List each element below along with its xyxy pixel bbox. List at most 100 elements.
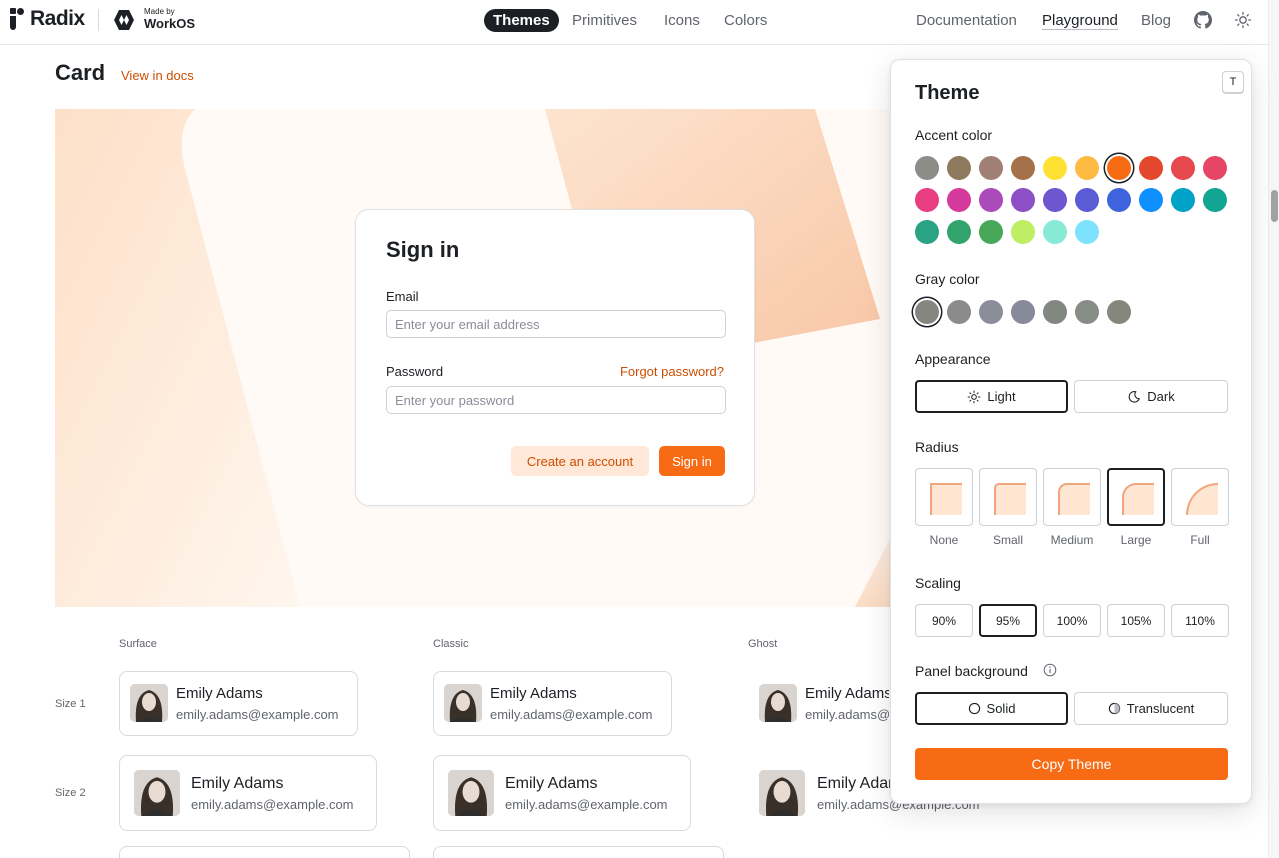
accent-swatch[interactable] — [1043, 220, 1067, 244]
create-account-button[interactable]: Create an account — [511, 446, 649, 476]
panel-bg-solid-button[interactable]: Solid — [915, 692, 1068, 725]
row-label-size-1: Size 1 — [55, 698, 86, 710]
user-name: Emily Adams — [490, 685, 577, 702]
gray-swatch[interactable] — [1043, 300, 1067, 324]
accent-swatch[interactable] — [979, 220, 1003, 244]
accent-swatch[interactable] — [1011, 188, 1035, 212]
gray-swatch[interactable] — [979, 300, 1003, 324]
appearance-dark-button[interactable]: Dark — [1074, 380, 1228, 413]
radius-medium-button[interactable] — [1043, 468, 1101, 526]
user-name: Emily Adams — [176, 685, 263, 702]
scrollbar-thumb[interactable] — [1271, 190, 1278, 222]
radius-label: Radius — [915, 439, 959, 455]
gray-swatch[interactable] — [1107, 300, 1131, 324]
user-email: emily.adams@example.com — [805, 707, 890, 722]
avatar — [130, 684, 168, 722]
user-card-surface-size-2[interactable]: Emily Adams emily.adams@example.com — [119, 755, 377, 831]
keyboard-shortcut-badge[interactable]: T — [1222, 71, 1244, 93]
sun-icon — [968, 390, 981, 403]
accent-swatch[interactable] — [915, 220, 939, 244]
signin-button[interactable]: Sign in — [659, 446, 725, 476]
copy-theme-button[interactable]: Copy Theme — [915, 748, 1228, 780]
accent-swatch[interactable] — [1203, 188, 1227, 212]
accent-color-label: Accent color — [915, 127, 993, 143]
panel-bg-solid-label: Solid — [986, 701, 1016, 716]
accent-swatch[interactable] — [1139, 188, 1163, 212]
radix-logo-icon[interactable] — [10, 8, 24, 30]
radius-small-button[interactable] — [979, 468, 1037, 526]
email-input[interactable] — [386, 310, 726, 338]
user-card-classic-size-3[interactable] — [433, 846, 724, 858]
accent-swatch[interactable] — [1011, 220, 1035, 244]
radius-full-button[interactable] — [1171, 468, 1229, 526]
nav-icons[interactable]: Icons — [664, 12, 700, 29]
accent-swatch[interactable] — [979, 156, 1003, 180]
scaling-90-button[interactable]: 90% — [915, 604, 973, 637]
accent-swatch[interactable] — [1203, 156, 1227, 180]
accent-swatch[interactable] — [979, 188, 1003, 212]
nav-colors[interactable]: Colors — [724, 12, 767, 29]
nav-blog[interactable]: Blog — [1141, 12, 1171, 29]
page-scrollbar[interactable] — [1268, 0, 1279, 858]
accent-swatch[interactable] — [1043, 188, 1067, 212]
user-card-surface-size-3[interactable] — [119, 846, 410, 858]
appearance-light-button[interactable]: Light — [915, 380, 1068, 413]
github-icon[interactable] — [1194, 11, 1212, 29]
scaling-105-button[interactable]: 105% — [1107, 604, 1165, 637]
panel-bg-translucent-button[interactable]: Translucent — [1074, 692, 1228, 725]
top-header: Radix Made by WorkOS Themes Primitives I… — [0, 0, 1268, 45]
view-in-docs-link[interactable]: View in docs — [121, 68, 194, 83]
gray-swatch[interactable] — [1075, 300, 1099, 324]
scaling-110-button[interactable]: 110% — [1171, 604, 1229, 637]
user-card-ghost-size-1[interactable]: Emily Adams emily.adams@example.com — [748, 671, 890, 736]
accent-swatch[interactable] — [1171, 156, 1195, 180]
accent-swatch[interactable] — [1075, 188, 1099, 212]
scaling-95-button[interactable]: 95% — [979, 604, 1037, 637]
avatar — [444, 684, 482, 722]
user-name: Emily Adams — [505, 775, 598, 792]
sun-icon[interactable] — [1234, 11, 1252, 29]
accent-swatch[interactable] — [915, 156, 939, 180]
accent-swatch[interactable] — [1075, 156, 1099, 180]
logo-divider — [98, 9, 99, 31]
accent-swatch[interactable] — [1139, 156, 1163, 180]
accent-swatch[interactable] — [1011, 156, 1035, 180]
user-card-classic-size-1[interactable]: Emily Adams emily.adams@example.com — [433, 671, 672, 736]
forgot-password-link[interactable]: Forgot password? — [620, 364, 724, 379]
gray-swatch[interactable] — [915, 300, 939, 324]
accent-swatch[interactable] — [1107, 188, 1131, 212]
nav-playground[interactable]: Playground — [1042, 12, 1118, 29]
accent-swatch[interactable] — [915, 188, 939, 212]
nav-primitives[interactable]: Primitives — [572, 12, 637, 29]
workos-logo-icon[interactable] — [112, 8, 136, 32]
radius-large-label: Large — [1120, 533, 1152, 547]
user-name: Emily Adams — [805, 685, 890, 702]
user-card-surface-size-1[interactable]: Emily Adams emily.adams@example.com — [119, 671, 358, 736]
radius-small-label: Small — [992, 533, 1023, 547]
column-header-classic: Classic — [433, 638, 469, 650]
scaling-100-button[interactable]: 100% — [1043, 604, 1101, 637]
radius-medium-label: Medium — [1050, 533, 1094, 547]
accent-swatch[interactable] — [947, 156, 971, 180]
user-email: emily.adams@example.com — [490, 707, 653, 722]
gray-swatch[interactable] — [947, 300, 971, 324]
accent-swatch[interactable] — [1171, 188, 1195, 212]
user-card-classic-size-2[interactable]: Emily Adams emily.adams@example.com — [433, 755, 691, 831]
nav-themes[interactable]: Themes — [484, 9, 559, 32]
info-icon[interactable] — [1043, 663, 1057, 677]
page-title: Card — [55, 60, 106, 85]
gray-swatch[interactable] — [1011, 300, 1035, 324]
appearance-light-label: Light — [987, 389, 1016, 404]
accent-swatch[interactable] — [947, 188, 971, 212]
nav-documentation[interactable]: Documentation — [916, 12, 1017, 29]
accent-swatch[interactable] — [1107, 156, 1131, 180]
radius-large-button[interactable] — [1107, 468, 1165, 526]
password-input[interactable] — [386, 386, 726, 414]
panel-background-label: Panel background — [915, 663, 1028, 679]
accent-swatch[interactable] — [947, 220, 971, 244]
radius-none-button[interactable] — [915, 468, 973, 526]
accent-swatch[interactable] — [1075, 220, 1099, 244]
appearance-dark-label: Dark — [1147, 389, 1175, 404]
brand-name[interactable]: Radix — [30, 7, 85, 31]
accent-swatch[interactable] — [1043, 156, 1067, 180]
